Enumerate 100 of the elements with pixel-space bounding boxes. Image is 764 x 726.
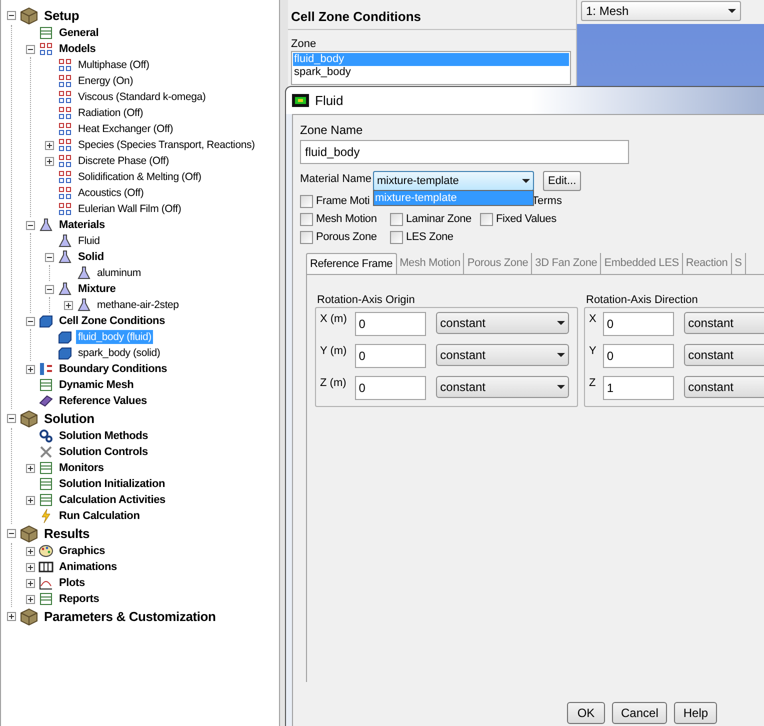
tab[interactable]: Mesh Motion [396, 253, 464, 274]
zone-name-label: Zone Name [300, 122, 364, 139]
collapse-toggle[interactable] [7, 529, 16, 538]
tree-item[interactable]: Parameters & Customization [42, 610, 218, 624]
tree-item[interactable]: spark_body (solid) [76, 346, 162, 360]
tree-item[interactable]: Setup [42, 8, 82, 22]
tab[interactable]: Reaction [682, 253, 732, 274]
cube-icon [19, 6, 39, 26]
tree-item[interactable]: Animations [57, 560, 119, 574]
method-dropdown[interactable]: constant [684, 376, 764, 398]
value-field[interactable]: 0 [354, 344, 426, 368]
zone-name-field[interactable]: fluid_body [300, 140, 629, 164]
expand-toggle[interactable] [7, 612, 16, 621]
tree-item[interactable]: Viscous (Standard k-omega) [76, 90, 208, 104]
group-title: Rotation-Axis Origin [317, 293, 416, 307]
tree-item[interactable]: Solution [42, 412, 96, 426]
tree-item[interactable]: Mixture [76, 282, 118, 296]
tree-item[interactable]: Energy (On) [76, 74, 135, 88]
tree-item[interactable]: Cell Zone Conditions [57, 314, 167, 328]
expand-toggle[interactable] [45, 140, 54, 150]
tree-item[interactable]: Discrete Phase (Off) [76, 154, 171, 168]
expand-toggle[interactable] [26, 578, 35, 588]
axis-label: X [589, 312, 598, 326]
tree-item[interactable]: Solution Methods [57, 429, 150, 443]
checkbox[interactable] [300, 231, 313, 244]
method-dropdown[interactable]: constant [436, 312, 569, 334]
collapse-toggle[interactable] [26, 44, 35, 54]
expand-toggle[interactable] [26, 364, 35, 374]
tree-item[interactable]: Materials [57, 218, 107, 232]
checkbox[interactable] [480, 213, 493, 226]
zone-list-item[interactable]: spark_body [293, 66, 569, 79]
tree-item[interactable]: Results [42, 526, 92, 540]
tab[interactable]: S [732, 253, 746, 274]
collapse-toggle[interactable] [7, 414, 16, 423]
tree-item[interactable]: Species (Species Transport, Reactions) [76, 138, 257, 152]
group-title: Rotation-Axis Direction [586, 293, 699, 307]
dialog-button[interactable]: OK [567, 702, 605, 724]
method-dropdown[interactable]: constant [436, 376, 569, 398]
tree-item[interactable]: Fluid [76, 234, 102, 248]
tree-item[interactable]: Heat Exchanger (Off) [76, 122, 176, 136]
checkbox[interactable] [300, 195, 313, 208]
expand-toggle[interactable] [26, 594, 35, 604]
tree-item[interactable]: General [57, 26, 101, 40]
value-field[interactable]: 0 [354, 376, 426, 400]
dialog-button[interactable]: Cancel [612, 702, 668, 724]
tree-item[interactable]: Solution Initialization [57, 477, 168, 491]
tree-item[interactable]: Reference Values [57, 394, 149, 408]
block-icon [57, 345, 73, 361]
tree-item[interactable]: Solution Controls [57, 445, 150, 459]
method-dropdown[interactable]: constant [684, 312, 764, 334]
tree-item[interactable]: Eulerian Wall Film (Off) [76, 202, 184, 216]
tree-item[interactable]: Run Calculation [57, 509, 142, 523]
checkbox[interactable] [300, 213, 313, 226]
tree-item[interactable]: Solidification & Melting (Off) [76, 170, 204, 184]
value-field[interactable]: 0 [602, 344, 674, 368]
collapse-toggle[interactable] [26, 220, 35, 230]
tree-item[interactable]: Plots [57, 576, 87, 590]
tree-item[interactable]: Graphics [57, 544, 108, 558]
expand-toggle[interactable] [26, 562, 35, 572]
flask-icon [76, 265, 92, 281]
collapse-toggle[interactable] [45, 284, 54, 294]
expand-toggle[interactable] [45, 156, 54, 166]
tree-item[interactable]: aluminum [95, 266, 143, 280]
value-field[interactable]: 1 [602, 376, 674, 400]
tree-item[interactable]: Multiphase (Off) [76, 58, 152, 72]
tree-item[interactable]: Monitors [57, 461, 106, 475]
value-field[interactable]: 0 [602, 312, 674, 336]
material-dropdown[interactable]: mixture-template [373, 171, 534, 191]
expand-toggle[interactable] [26, 496, 35, 504]
expand-toggle[interactable] [26, 464, 35, 472]
collapse-toggle[interactable] [45, 252, 54, 262]
tab[interactable]: 3D Fan Zone [532, 253, 602, 274]
tree-item[interactable]: Radiation (Off) [76, 106, 146, 120]
tree-item[interactable]: Reports [57, 592, 102, 606]
tab[interactable]: Reference Frame [306, 253, 397, 274]
window-select-dropdown[interactable]: 1: Mesh [581, 1, 741, 21]
tree-item[interactable]: Solid [76, 250, 106, 264]
axis-label: X (m) [320, 312, 348, 326]
expand-toggle[interactable] [26, 546, 35, 556]
tab[interactable]: Porous Zone [464, 253, 532, 274]
method-dropdown[interactable]: constant [436, 344, 569, 366]
edit-button[interactable]: Edit... [543, 171, 582, 191]
checkbox-label: Laminar Zone [406, 212, 472, 228]
value-field[interactable]: 0 [354, 312, 426, 336]
tree-item[interactable]: Acoustics (Off) [76, 186, 146, 200]
checkbox[interactable] [390, 213, 403, 226]
expand-toggle[interactable] [64, 300, 73, 310]
tree-item[interactable]: Models [57, 42, 98, 56]
tree-item[interactable]: methane-air-2step [95, 298, 181, 312]
tab[interactable]: Embedded LES [601, 253, 683, 274]
checkbox[interactable] [390, 231, 403, 244]
method-dropdown[interactable]: constant [684, 344, 764, 366]
zone-label: Zone [290, 37, 318, 51]
dialog-button[interactable]: Help [674, 702, 718, 724]
tree-item[interactable]: Boundary Conditions [57, 362, 170, 376]
tree-item[interactable]: Calculation Activities [57, 493, 168, 507]
checkbox-label: LES Zone [406, 230, 454, 246]
collapse-toggle[interactable] [26, 316, 35, 326]
tree-item[interactable]: Dynamic Mesh [57, 378, 136, 392]
collapse-toggle[interactable] [7, 11, 16, 20]
